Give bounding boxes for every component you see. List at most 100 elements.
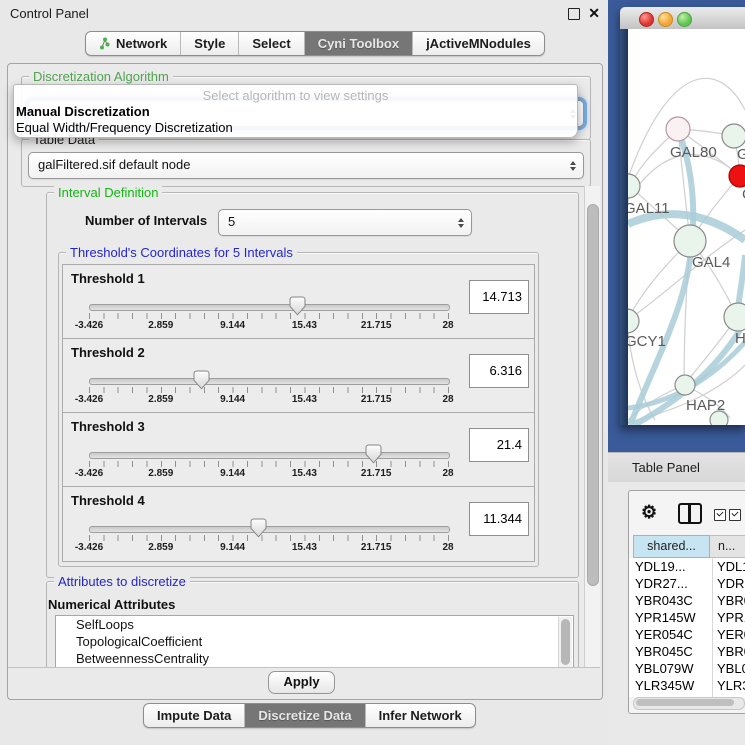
threshold-label: Threshold 3 bbox=[71, 419, 145, 434]
tick-label: 9.144 bbox=[220, 394, 245, 405]
threshold-value-field[interactable]: 6.316 bbox=[469, 354, 529, 388]
tick-label: 15.43 bbox=[292, 320, 317, 331]
threshold-label: Threshold 2 bbox=[71, 345, 145, 360]
group-title: Attributes to discretize bbox=[54, 574, 190, 589]
num-intervals-combobox[interactable]: 5 bbox=[218, 209, 472, 236]
apply-button[interactable]: Apply bbox=[268, 671, 335, 694]
tick-label: 28 bbox=[442, 542, 453, 553]
network-node-label: GCY1 bbox=[628, 333, 666, 350]
table-row[interactable]: YBR043CYBR0 bbox=[629, 592, 745, 609]
tick-label: 2.859 bbox=[148, 468, 173, 479]
table-row[interactable]: YDL19...YDL1 bbox=[629, 558, 745, 575]
tick-label: -3.426 bbox=[75, 468, 103, 479]
table-horizontal-scrollbar[interactable] bbox=[633, 697, 745, 710]
tick-label: 15.43 bbox=[292, 542, 317, 553]
attributes-list[interactable]: SelfLoopsTopologicalCoefficientBetweenne… bbox=[55, 615, 574, 669]
network-canvas[interactable]: GAL80GACGAL11GAL4GCY1HHAP2 bbox=[628, 29, 745, 425]
scrollbar-thumb[interactable] bbox=[636, 699, 734, 706]
spinner-arrows-icon bbox=[570, 161, 576, 171]
minimize-traffic-light-icon[interactable] bbox=[658, 12, 673, 27]
scrollbar-thumb[interactable] bbox=[561, 619, 570, 665]
group-title: Discretization Algorithm bbox=[29, 69, 173, 84]
tick-label: -3.426 bbox=[75, 320, 103, 331]
table-row[interactable]: YLR345WYLR3 bbox=[629, 677, 745, 694]
tick-label: 28 bbox=[442, 468, 453, 479]
tab-infer-network[interactable]: Infer Network bbox=[365, 704, 475, 727]
tab-label: Style bbox=[194, 36, 225, 51]
float-window-icon[interactable] bbox=[568, 8, 580, 20]
table-row[interactable]: YPR145WYPR1 bbox=[629, 609, 745, 626]
network-node-gal80[interactable] bbox=[666, 117, 690, 141]
network-window-titlebar[interactable] bbox=[620, 7, 745, 30]
tick-label: 2.859 bbox=[148, 320, 173, 331]
column-header-name[interactable]: n... bbox=[710, 535, 745, 558]
slider-track[interactable] bbox=[89, 378, 450, 385]
threshold-value-field[interactable]: 14.713 bbox=[469, 280, 529, 314]
tab-style[interactable]: Style bbox=[180, 32, 238, 55]
network-node-label: GAL4 bbox=[692, 254, 730, 271]
attribute-list-item[interactable]: SelfLoops bbox=[56, 616, 573, 633]
tab-label: Cyni Toolbox bbox=[318, 36, 399, 51]
tab-discretize-data[interactable]: Discretize Data bbox=[244, 704, 364, 727]
tick-label: 2.859 bbox=[148, 542, 173, 553]
list-scrollbar[interactable] bbox=[558, 617, 572, 667]
tick-label: 21.715 bbox=[361, 542, 392, 553]
table-data-combobox[interactable]: galFiltered.sif default node bbox=[28, 152, 584, 179]
slider-tick-labels: -3.4262.8599.14415.4321.71528 bbox=[89, 468, 448, 480]
network-node-gal4[interactable] bbox=[674, 225, 706, 257]
table-row[interactable]: YBL079WYBL0 bbox=[629, 660, 745, 677]
tab-label: Network bbox=[116, 36, 167, 51]
tick-label: 21.715 bbox=[361, 320, 392, 331]
slider-track[interactable] bbox=[89, 452, 450, 459]
slider-tick-labels: -3.4262.8599.14415.4321.71528 bbox=[89, 320, 448, 332]
cell-name: YPR1 bbox=[717, 609, 745, 626]
tick-label: -3.426 bbox=[75, 542, 103, 553]
tab-jactivemnodules[interactable]: jActiveMNodules bbox=[412, 32, 544, 55]
cell-shared-name: YER054C bbox=[635, 626, 693, 643]
attribute-list-item[interactable]: TopologicalCoefficient bbox=[56, 633, 573, 650]
table-row[interactable]: YDR27...YDR2 bbox=[629, 575, 745, 592]
tab-impute-data[interactable]: Impute Data bbox=[144, 704, 244, 727]
tick-label: 21.715 bbox=[361, 468, 392, 479]
tick-label: 9.144 bbox=[220, 320, 245, 331]
network-graph: GAL80GACGAL11GAL4GCY1HHAP2 bbox=[628, 29, 745, 425]
network-node-c[interactable] bbox=[729, 165, 745, 187]
tab-network[interactable]: Network bbox=[86, 32, 180, 55]
checkbox-icon[interactable] bbox=[714, 509, 726, 521]
table-row[interactable]: YER054C YER0 bbox=[629, 626, 745, 643]
attribute-list-item[interactable]: BetweennessCentrality bbox=[56, 650, 573, 667]
threshold-1-panel: Threshold 1 -3.4262.8599.14415.4321.7152… bbox=[62, 264, 535, 340]
panel-scrollbar[interactable] bbox=[584, 186, 600, 667]
tick-label: 21.715 bbox=[361, 394, 392, 405]
dropdown-option-manual-discretization[interactable]: Manual Discretization bbox=[16, 104, 150, 119]
threshold-value-field[interactable]: 11.344 bbox=[469, 502, 529, 536]
network-window-frame bbox=[620, 29, 628, 425]
tab-cyni-toolbox[interactable]: Cyni Toolbox bbox=[304, 32, 412, 55]
network-node-ga[interactable] bbox=[722, 124, 745, 148]
column-header-shared-name[interactable]: shared... bbox=[633, 535, 710, 558]
scrollbar-thumb[interactable] bbox=[587, 204, 599, 586]
network-node-hap2[interactable] bbox=[675, 375, 695, 395]
network-node-h[interactable] bbox=[724, 303, 745, 331]
tab-select[interactable]: Select bbox=[238, 32, 303, 55]
slider-track[interactable] bbox=[89, 304, 450, 311]
close-icon[interactable]: ✕ bbox=[588, 5, 600, 22]
algorithm-dropdown-popup: Select algorithm to view settings Manual… bbox=[13, 84, 578, 138]
table-panel-title: Table Panel bbox=[632, 460, 700, 475]
close-traffic-light-icon[interactable] bbox=[639, 12, 654, 27]
slider-ticks bbox=[89, 535, 449, 541]
cell-name: YBR0 bbox=[717, 643, 745, 660]
network-node[interactable] bbox=[710, 411, 728, 425]
dropdown-option-equal-width-frequency[interactable]: Equal Width/Frequency Discretization bbox=[16, 120, 233, 135]
split-columns-icon[interactable] bbox=[678, 503, 702, 524]
table-row[interactable]: YBR045CYBR0 bbox=[629, 643, 745, 660]
desktop-background bbox=[608, 425, 745, 452]
slider-track[interactable] bbox=[89, 526, 450, 533]
threshold-value-field[interactable]: 21.4 bbox=[469, 428, 529, 462]
cell-name: YER0 bbox=[717, 626, 745, 643]
cell-name: YLR3 bbox=[717, 677, 745, 694]
gear-icon[interactable]: ⚙ bbox=[641, 502, 657, 523]
checkbox-icon[interactable] bbox=[729, 509, 741, 521]
zoom-traffic-light-icon[interactable] bbox=[677, 12, 692, 27]
threshold-4-panel: Threshold 4 -3.4262.8599.14415.4321.7152… bbox=[62, 486, 535, 562]
